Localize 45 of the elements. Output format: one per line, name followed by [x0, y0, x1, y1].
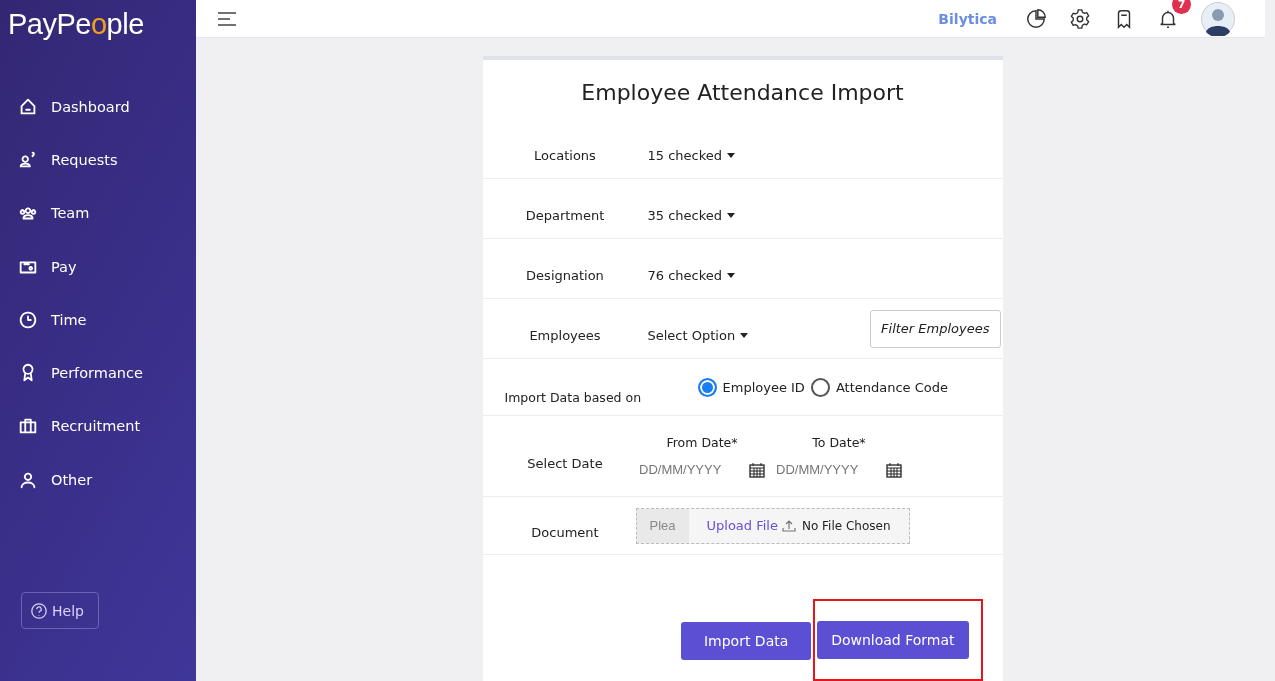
field-label: Import Data based on — [503, 388, 643, 405]
caret-icon — [727, 153, 736, 158]
sidebar-item[interactable]: Requests — [0, 133, 196, 187]
upload-file-link[interactable]: Upload File — [706, 518, 778, 533]
sidebar-item[interactable]: Dashboard — [0, 80, 196, 134]
field-label: Designation — [525, 267, 605, 283]
sidebar-item[interactable]: Other — [0, 453, 196, 507]
file-status: No File Chosen — [801, 518, 891, 533]
date-label: From Date* — [666, 434, 738, 450]
dropdown[interactable]: Select Option — [647, 328, 749, 343]
avatar-icon[interactable] — [1201, 1, 1235, 36]
settings-icon[interactable] — [1069, 7, 1091, 30]
upload-icon — [781, 518, 796, 533]
field-label: Employees — [528, 327, 602, 343]
sidebar-item[interactable]: Recruitment — [0, 399, 196, 454]
logo: PayPeople — [7, 8, 145, 42]
caret-icon — [727, 213, 736, 218]
pie-chart-icon[interactable] — [1025, 7, 1047, 30]
date-label: To Date* — [812, 434, 866, 450]
menu-icon[interactable] — [218, 11, 236, 26]
radio-option[interactable]: Employee ID — [697, 377, 805, 397]
caret-icon — [727, 273, 736, 278]
dropdown[interactable]: 76 checked — [647, 268, 736, 283]
primary-button[interactable]: Import Data — [681, 622, 812, 660]
filter-employees-button[interactable]: Filter Employees — [870, 309, 1001, 348]
field-label: Locations — [533, 147, 597, 163]
file-upload-field[interactable]: Plea Upload File No File Chosen — [635, 507, 910, 544]
primary-button[interactable]: Download Format — [817, 621, 969, 659]
sidebar-item[interactable]: Pay — [0, 239, 196, 294]
file-name-placeholder: Plea — [636, 508, 689, 543]
field-label: Department — [524, 207, 606, 223]
radio-option[interactable]: Attendance Code — [810, 377, 948, 397]
question-icon — [30, 601, 48, 620]
field-label: Document — [530, 524, 600, 540]
dropdown[interactable]: 15 checked — [647, 148, 736, 163]
sidebar-item[interactable]: Performance — [0, 346, 196, 400]
sidebar-item[interactable]: Team — [0, 186, 196, 240]
form-title: Employee Attendance Import — [580, 80, 905, 105]
sidebar-item[interactable]: Time — [0, 293, 196, 347]
calendar-icon[interactable] — [749, 461, 765, 478]
calendar-icon[interactable] — [886, 461, 902, 478]
caret-icon — [740, 333, 749, 338]
dropdown[interactable]: 35 checked — [647, 208, 736, 223]
notification-badge: 7 — [1172, 0, 1191, 14]
help-button[interactable]: Help — [21, 592, 99, 630]
